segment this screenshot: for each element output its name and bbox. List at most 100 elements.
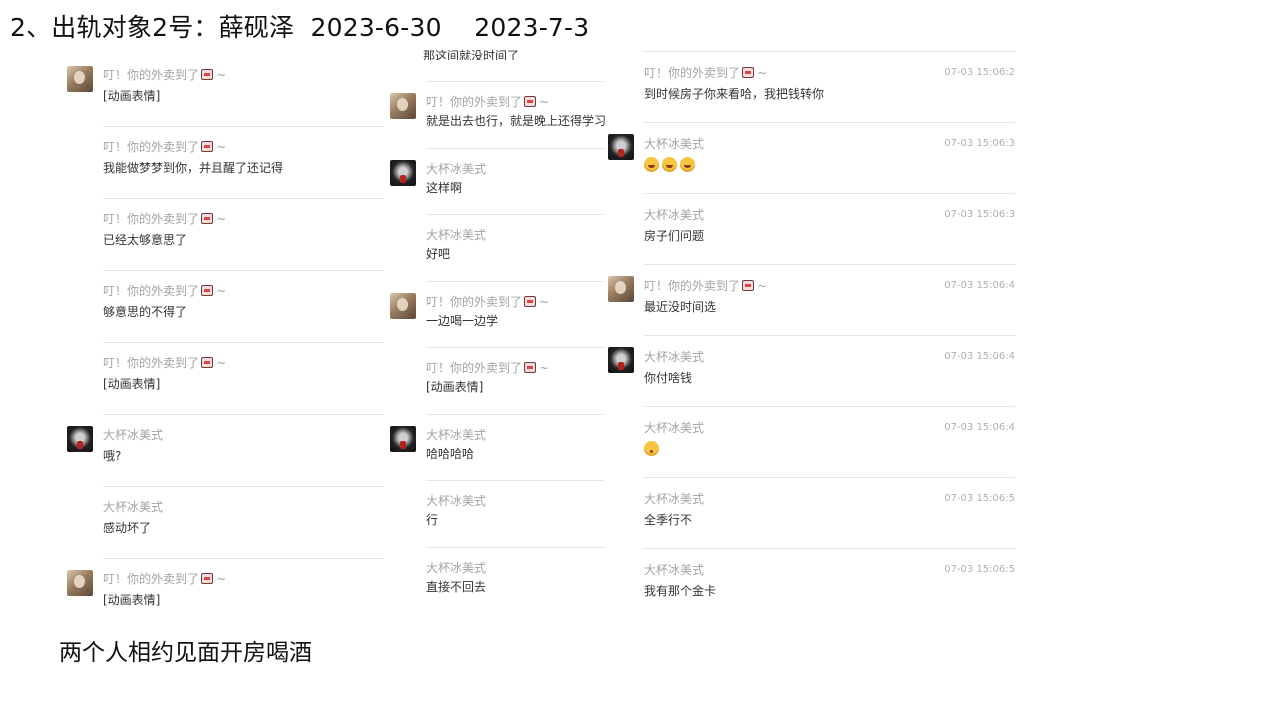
message-divider — [426, 480, 604, 481]
message-content: 最近没时间选 — [644, 300, 717, 314]
sender-name: 大杯冰美式 — [426, 161, 486, 177]
message-divider — [103, 342, 384, 343]
message-divider — [103, 486, 384, 487]
user-avatar[interactable] — [67, 426, 93, 452]
user-avatar[interactable] — [390, 159, 416, 186]
takeout-bag-icon — [201, 285, 214, 296]
sender-name-text: 叮！你的外卖到了 — [426, 361, 523, 375]
message-timestamp: 07-03 15:06:4 — [944, 422, 1015, 433]
message-divider — [103, 270, 384, 271]
message-divider — [644, 264, 1015, 265]
message-divider — [103, 414, 384, 415]
sender-name-text: 大杯冰美式 — [426, 161, 487, 176]
message-content: 行 — [426, 513, 439, 527]
message-divider — [644, 51, 1015, 52]
user-avatar[interactable] — [390, 93, 416, 119]
takeout-bag-icon — [201, 573, 214, 584]
sender-name: 叮！你的外卖到了 ~ — [644, 278, 767, 294]
name-tilde: ~ — [539, 95, 550, 109]
sender-name: 大杯冰美式 — [644, 349, 704, 365]
message-divider — [103, 198, 384, 199]
message-divider — [103, 126, 384, 127]
user-avatar[interactable] — [608, 276, 634, 302]
sender-name-text: 大杯冰美式 — [426, 228, 487, 242]
message-divider — [644, 548, 1015, 549]
name-tilde: ~ — [757, 66, 768, 80]
user-avatar[interactable] — [67, 66, 93, 92]
user-avatar[interactable] — [390, 292, 416, 319]
sender-name-text: 大杯冰美式 — [103, 428, 164, 442]
sender-name: 叮！你的外卖到了 ~ — [103, 139, 226, 155]
message-content: [动画表情] — [103, 377, 161, 391]
sender-name: 叮！你的外卖到了 ~ — [426, 94, 549, 110]
name-tilde: ~ — [216, 572, 227, 586]
name-tilde: ~ — [216, 212, 227, 226]
takeout-bag-icon — [201, 357, 214, 368]
message-divider — [426, 81, 604, 82]
takeout-bag-icon — [201, 141, 214, 152]
name-tilde: ~ — [216, 356, 227, 370]
takeout-bag-icon — [524, 362, 537, 373]
sender-name-text: 叮！你的外卖到了 — [644, 66, 741, 80]
message-content — [644, 157, 698, 173]
user-avatar[interactable] — [608, 134, 634, 160]
sender-name-text: 大杯冰美式 — [644, 350, 705, 364]
message-divider — [426, 347, 604, 348]
message-content: 感动坏了 — [103, 521, 152, 535]
message-content: 到时候房子你来看哈，我把钱转你 — [644, 87, 825, 101]
takeout-bag-icon — [742, 280, 755, 291]
message-divider — [644, 335, 1015, 336]
name-tilde: ~ — [539, 294, 550, 309]
message-timestamp: 07-03 15:06:3 — [944, 138, 1015, 149]
sender-name: 叮！你的外卖到了 ~ — [426, 294, 549, 310]
message-divider — [426, 214, 604, 215]
sender-name-text: 叮！你的外卖到了 — [426, 95, 523, 109]
message-divider — [103, 558, 384, 559]
laugh-cry-emoji-icon — [644, 157, 659, 172]
sender-name-text: 大杯冰美式 — [103, 500, 164, 514]
name-tilde: ~ — [216, 284, 227, 298]
user-avatar[interactable] — [608, 347, 634, 373]
name-tilde: ~ — [216, 140, 227, 154]
message-content: 我能做梦梦到你，并且醒了还记得 — [103, 161, 284, 175]
message-timestamp: 07-03 15:06:3 — [944, 209, 1015, 220]
message-content: 直接不回去 — [426, 579, 487, 594]
message-content: 全季行不 — [644, 513, 693, 527]
sender-name-text: 大杯冰美式 — [644, 137, 705, 151]
sender-name-text: 叮！你的外卖到了 — [103, 68, 200, 82]
sender-name: 大杯冰美式 — [426, 493, 486, 509]
sender-name-text: 叮！你的外卖到了 — [426, 294, 523, 309]
message-content: 一边喝一边学 — [426, 313, 499, 328]
message-content: 好吧 — [426, 247, 451, 261]
takeout-bag-icon — [524, 96, 537, 107]
sender-name: 大杯冰美式 — [426, 560, 486, 576]
message-divider — [644, 122, 1015, 123]
sender-name: 大杯冰美式 — [644, 207, 704, 223]
kissing-emoji-icon — [644, 441, 659, 456]
sender-name-text: 叮！你的外卖到了 — [103, 572, 200, 586]
user-avatar[interactable] — [390, 425, 416, 452]
sender-name-text: 大杯冰美式 — [426, 494, 487, 508]
message-timestamp: 07-03 15:06:5 — [944, 493, 1015, 504]
sender-name: 叮！你的外卖到了 ~ — [103, 67, 226, 83]
message-content: 够意思的不得了 — [103, 305, 188, 319]
sender-name: 叮！你的外卖到了 ~ — [103, 283, 226, 299]
name-tilde: ~ — [216, 68, 227, 82]
sender-name: 叮！你的外卖到了 ~ — [426, 360, 549, 376]
user-avatar[interactable] — [67, 570, 93, 596]
takeout-bag-icon — [201, 69, 214, 80]
message-content: 房子们问题 — [644, 229, 705, 243]
message-divider — [644, 477, 1015, 478]
sender-name-text: 大杯冰美式 — [426, 427, 487, 442]
message-divider — [644, 193, 1015, 194]
sender-name-text: 大杯冰美式 — [644, 563, 705, 577]
laugh-cry-emoji-icon — [662, 157, 677, 172]
message-divider — [644, 406, 1015, 407]
message-content: 就是出去也行，就是晚上还得学习 — [426, 114, 607, 128]
message-content: [动画表情] — [103, 593, 161, 607]
sender-name: 叮！你的外卖到了 ~ — [103, 355, 226, 371]
message-content — [644, 441, 662, 457]
sender-name: 大杯冰美式 — [644, 491, 704, 507]
sender-name: 大杯冰美式 — [103, 499, 163, 515]
laugh-cry-emoji-icon — [680, 157, 695, 172]
